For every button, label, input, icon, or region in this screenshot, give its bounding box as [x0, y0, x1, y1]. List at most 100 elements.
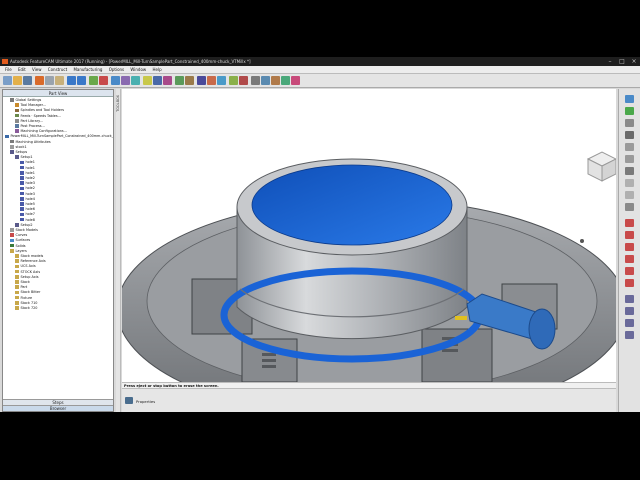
nc-code-icon[interactable] — [239, 76, 248, 85]
paste-icon[interactable] — [55, 76, 64, 85]
step-icon[interactable] — [217, 76, 226, 85]
menu-manufacturing[interactable]: Manufacturing — [73, 66, 102, 74]
tree-node-icon — [15, 306, 19, 310]
tab-browser[interactable]: Browser — [3, 405, 113, 411]
wireframe-icon[interactable] — [163, 76, 172, 85]
circle-icon[interactable] — [625, 255, 634, 263]
fit-view-icon[interactable] — [143, 76, 152, 85]
tree-node-icon — [10, 98, 14, 102]
line-icon[interactable] — [625, 231, 634, 239]
tree-item[interactable]: Stock 720 — [15, 306, 37, 311]
tree-item-label: Stock Models — [15, 228, 38, 232]
menu-file[interactable]: File — [5, 66, 12, 74]
minimize-icon[interactable]: – — [604, 57, 616, 66]
menu-options[interactable]: Options — [109, 66, 124, 74]
arc-icon[interactable] — [625, 243, 634, 251]
tree-node-icon — [20, 197, 24, 201]
close-icon[interactable]: × — [628, 57, 640, 66]
layer-icon[interactable] — [261, 76, 270, 85]
pin-icon[interactable] — [291, 76, 300, 85]
zoom-out-icon[interactable] — [625, 155, 634, 163]
menu-view[interactable]: View — [32, 66, 42, 74]
view-top-icon[interactable] — [625, 95, 634, 103]
undo-icon[interactable] — [67, 76, 76, 85]
tree-node-icon — [20, 217, 24, 222]
copy-icon[interactable] — [45, 76, 54, 85]
shade-icon[interactable] — [625, 179, 634, 187]
zoom-icon[interactable] — [111, 76, 120, 85]
part-tree: Global Settings Tool Manager... Spindles a… — [3, 98, 113, 391]
tree-item-label: hole1 — [25, 170, 35, 175]
tree-item-label: Stock — [20, 280, 30, 284]
right-toolbar — [618, 89, 640, 412]
settings-icon[interactable] — [251, 76, 260, 85]
rotate-icon[interactable] — [121, 76, 130, 85]
tree-node-icon — [15, 259, 19, 263]
tree-item-label: Stock Bitter — [20, 290, 41, 295]
rectangle-icon[interactable] — [625, 279, 634, 287]
tree-node-icon — [15, 155, 19, 159]
tree-item-label: Surfaces — [15, 238, 31, 243]
tree-item-label: Layers — [15, 248, 27, 253]
open-file-icon[interactable] — [13, 76, 22, 85]
app-logo-icon — [2, 59, 8, 64]
view-right-icon[interactable] — [625, 119, 634, 127]
menu-construct[interactable]: Construct — [48, 66, 67, 74]
toolpath-icon[interactable] — [229, 76, 238, 85]
iso-view-icon[interactable] — [153, 76, 162, 85]
menu-help[interactable]: Help — [152, 66, 161, 74]
offset-icon[interactable] — [625, 307, 634, 315]
properties-bar: Properties — [122, 388, 616, 412]
delete-icon[interactable] — [99, 76, 108, 85]
point-icon[interactable] — [625, 219, 634, 227]
view-iso-icon[interactable] — [625, 131, 634, 139]
shaded-icon[interactable] — [175, 76, 184, 85]
toolbox-strip[interactable]: TOOLBOX — [116, 89, 121, 412]
tree-node-icon — [10, 249, 14, 253]
tree-item-label: Part Library... — [20, 118, 43, 123]
ring-inner-bore — [251, 164, 453, 246]
panel-tabs: Steps Browser — [3, 399, 113, 411]
tree-node-icon — [10, 139, 14, 144]
3d-viewport[interactable] — [122, 89, 616, 382]
edge-icon[interactable] — [625, 191, 634, 199]
tree-node-icon — [20, 202, 24, 206]
tree-item-label: Stock 710 — [20, 300, 38, 305]
cut-icon[interactable] — [35, 76, 44, 85]
select-icon[interactable] — [89, 76, 98, 85]
tree-item-label: hole7 — [25, 212, 35, 217]
grid-icon[interactable] — [281, 76, 290, 85]
tree-node-icon — [15, 264, 19, 269]
part-view-panel: Part View Global Settings Tool Manager...… — [2, 89, 114, 412]
tree-item-label: Setup Axis — [20, 274, 39, 279]
spline-icon[interactable] — [625, 267, 634, 275]
view-front-icon[interactable] — [625, 107, 634, 115]
properties-label[interactable]: Properties — [136, 399, 155, 404]
section-icon[interactable] — [625, 203, 634, 211]
tree-node-icon — [20, 191, 24, 196]
tree-node-icon — [15, 108, 19, 113]
trim-icon[interactable] — [625, 295, 634, 303]
tree-node-icon — [15, 254, 19, 258]
simulate-icon[interactable] — [197, 76, 206, 85]
maximize-icon[interactable]: □ — [616, 57, 628, 66]
tree-item-label: Post Process... — [20, 124, 45, 128]
properties-icon[interactable] — [125, 397, 133, 404]
featurecam-window: Autodesk FeatureCAM Ultimate 2017 (Runni… — [0, 57, 640, 412]
color-icon[interactable] — [271, 76, 280, 85]
pan-icon[interactable] — [131, 76, 140, 85]
tree-node-icon — [15, 119, 19, 123]
measure-icon[interactable] — [185, 76, 194, 85]
stop-icon[interactable] — [207, 76, 216, 85]
fillet-icon[interactable] — [625, 331, 634, 339]
zoom-in-icon[interactable] — [625, 143, 634, 151]
fit-icon[interactable] — [625, 167, 634, 175]
menu-edit[interactable]: Edit — [18, 66, 26, 74]
new-file-icon[interactable] — [3, 76, 12, 85]
redo-icon[interactable] — [77, 76, 86, 85]
menu-window[interactable]: Window — [130, 66, 146, 74]
mirror-icon[interactable] — [625, 319, 634, 327]
part-render — [122, 151, 616, 382]
save-icon[interactable] — [23, 76, 32, 85]
tree-item-label: UCS Axis — [20, 264, 36, 269]
